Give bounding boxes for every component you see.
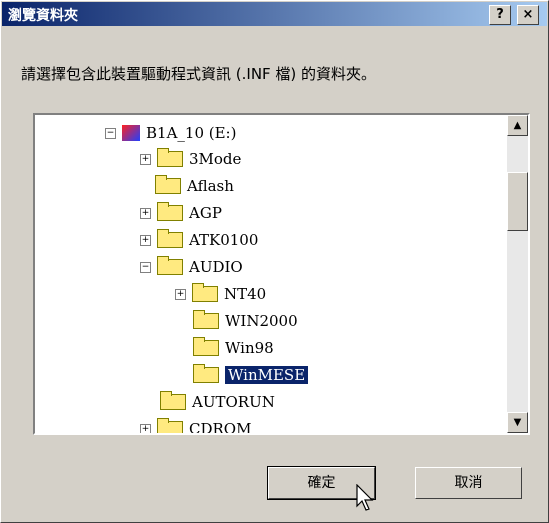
tree-item-label: CDROM: [189, 420, 252, 435]
tree-item-label: AUDIO: [189, 258, 243, 276]
tree-item-cdrom[interactable]: + CDROM: [140, 418, 252, 435]
tree-item-nt40[interactable]: + NT40: [175, 283, 266, 305]
tree-item-audio[interactable]: − AUDIO: [140, 256, 243, 278]
title-bar[interactable]: 瀏覽資料夾 ? ×: [2, 2, 547, 26]
tree-item-label: Aflash: [187, 177, 234, 195]
folder-icon: [157, 256, 183, 275]
folder-icon: [155, 175, 181, 194]
tree-item-label: WIN2000: [225, 312, 298, 330]
tree-item-aflash[interactable]: Aflash: [155, 175, 234, 197]
tree-item-label: B1A_10 (E:): [146, 124, 237, 142]
tree-item-label: NT40: [224, 285, 267, 303]
folder-icon: [157, 202, 183, 221]
tree-item-label: ATK0100: [189, 231, 259, 249]
expand-icon[interactable]: +: [140, 234, 151, 246]
collapse-icon[interactable]: −: [140, 261, 151, 273]
tree-item-label-selected: WinMESE: [225, 366, 309, 384]
folder-icon: [160, 391, 186, 410]
tree-item-autorun[interactable]: AUTORUN: [160, 391, 275, 413]
mouse-pointer-icon: [356, 484, 374, 511]
folder-icon: [157, 229, 183, 248]
expand-icon[interactable]: +: [175, 288, 186, 300]
tree-item-label: AGP: [189, 204, 222, 222]
tree-item-label: 3Mode: [189, 150, 242, 168]
folder-tree[interactable]: − B1A_10 (E:) + 3Mode Aflash + AGP + ATK…: [33, 113, 530, 435]
vertical-scrollbar[interactable]: ▲ ▼: [507, 115, 528, 433]
tree-item-atk0100[interactable]: + ATK0100: [140, 229, 258, 251]
tree-item-label: Win98: [225, 339, 274, 357]
close-button[interactable]: ×: [517, 5, 539, 25]
scroll-up-button[interactable]: ▲: [507, 115, 528, 136]
tree-item-winmese[interactable]: WinMESE: [193, 364, 309, 386]
folder-open-icon: [193, 364, 219, 383]
tree-item-label: AUTORUN: [192, 393, 275, 411]
tree-item-drive[interactable]: − B1A_10 (E:): [105, 122, 236, 144]
expand-icon[interactable]: +: [140, 153, 151, 165]
scroll-thumb[interactable]: [507, 172, 528, 231]
folder-icon: [193, 337, 219, 356]
collapse-icon[interactable]: −: [105, 127, 116, 139]
scroll-down-button[interactable]: ▼: [507, 412, 528, 433]
instruction-text: 請選擇包含此裝置驅動程式資訊 (.INF 檔) 的資料夾。: [21, 65, 377, 83]
folder-icon: [193, 310, 219, 329]
drive-icon: [122, 125, 140, 141]
expand-icon[interactable]: +: [140, 207, 151, 219]
folder-icon: [157, 148, 183, 167]
cancel-button[interactable]: 取消: [415, 467, 522, 499]
expand-icon[interactable]: +: [140, 423, 151, 433]
tree-item-win2000[interactable]: WIN2000: [193, 310, 298, 332]
browse-folder-dialog: 瀏覽資料夾 ? × 請選擇包含此裝置驅動程式資訊 (.INF 檔) 的資料夾。 …: [0, 0, 549, 523]
window-title: 瀏覽資料夾: [8, 8, 78, 24]
tree-item-win98[interactable]: Win98: [193, 337, 274, 359]
folder-icon: [192, 283, 218, 302]
tree-item-agp[interactable]: + AGP: [140, 202, 222, 224]
folder-icon: [157, 418, 183, 433]
help-button[interactable]: ?: [489, 5, 511, 25]
tree-item-3mode[interactable]: + 3Mode: [140, 148, 241, 170]
